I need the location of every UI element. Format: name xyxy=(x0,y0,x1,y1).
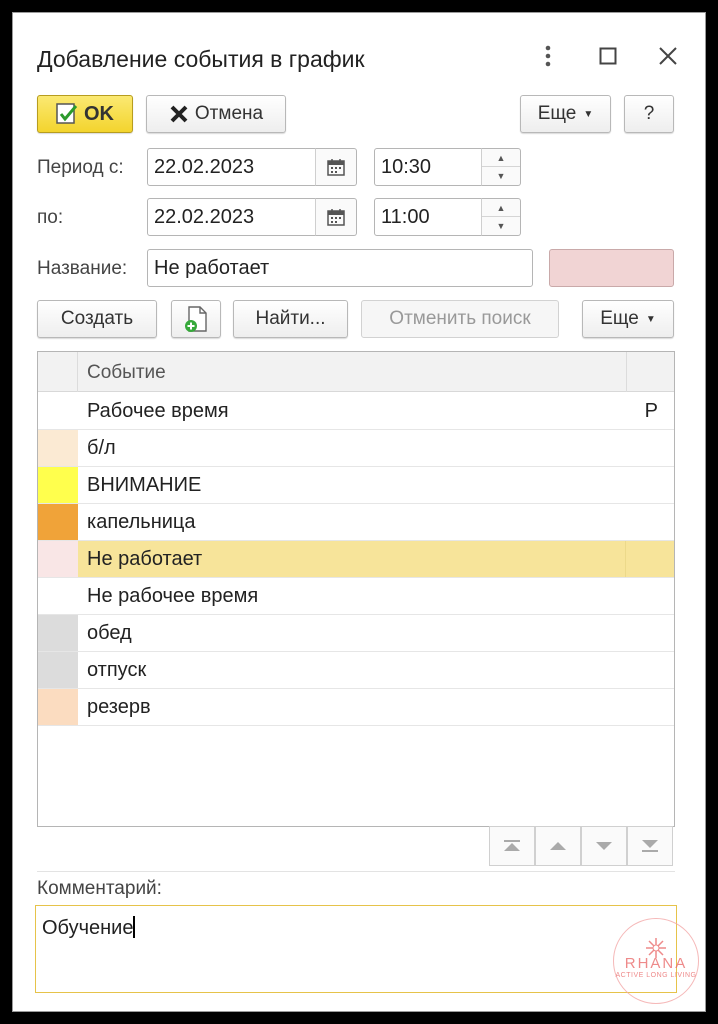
dropdown-arrow-icon: ▼ xyxy=(583,108,594,120)
period-from-date-input[interactable]: 22.02.2023 xyxy=(147,148,317,186)
period-to-label: по: xyxy=(37,207,64,228)
table-row[interactable]: ВНИМАНИЕ xyxy=(38,467,674,504)
event-color-swatch xyxy=(38,430,78,466)
name-label: Название: xyxy=(37,258,128,279)
separator xyxy=(37,871,675,872)
event-color-swatch xyxy=(38,504,78,540)
period-from-time-spinner[interactable]: ▲ ▼ xyxy=(481,148,521,186)
event-name: капельница xyxy=(87,511,196,533)
table-row[interactable]: Не рабочее время xyxy=(38,578,674,615)
add-document-icon xyxy=(185,306,207,332)
calendar-button[interactable] xyxy=(315,148,357,186)
move-last-button[interactable] xyxy=(627,826,673,866)
calendar-button[interactable] xyxy=(315,198,357,236)
move-up-icon xyxy=(550,842,566,850)
period-to-time-spinner[interactable]: ▲ ▼ xyxy=(481,198,521,236)
actions-more-button-label: Еще xyxy=(600,308,639,329)
ok-check-icon xyxy=(56,103,78,125)
event-color-swatch xyxy=(38,652,78,688)
find-button[interactable]: Найти... xyxy=(233,300,348,338)
comment-text: Обучение xyxy=(42,917,134,939)
spinner-up-icon[interactable]: ▲ xyxy=(482,149,520,167)
move-first-icon xyxy=(504,840,520,851)
name-input[interactable]: Не работает xyxy=(147,249,533,287)
spinner-down-icon[interactable]: ▼ xyxy=(482,217,520,235)
more-button-label: Еще xyxy=(537,103,577,124)
move-down-icon xyxy=(596,842,612,850)
color-picker-swatch[interactable] xyxy=(549,249,674,287)
create-button[interactable]: Создать xyxy=(37,300,157,338)
color-column-header xyxy=(38,352,78,392)
event-color-swatch xyxy=(38,578,78,614)
comment-textarea[interactable]: Обучение xyxy=(35,905,677,993)
event-color-swatch xyxy=(38,689,78,725)
table-row[interactable]: капельница xyxy=(38,504,674,541)
period-from-label: Период с: xyxy=(37,157,124,178)
move-last-icon xyxy=(642,840,658,852)
period-to-date-input[interactable]: 22.02.2023 xyxy=(147,198,317,236)
table-header: Событие xyxy=(38,352,674,392)
move-down-button[interactable] xyxy=(581,826,627,866)
calendar-icon xyxy=(327,209,345,226)
period-from-time-input[interactable]: 10:30 xyxy=(374,148,482,186)
help-button[interactable]: ? xyxy=(624,95,674,133)
cancel-button[interactable]: Отмена xyxy=(146,95,286,133)
cancel-button-label: Отмена xyxy=(194,103,264,124)
event-name: ВНИМАНИЕ xyxy=(87,474,202,496)
comment-label: Комментарий: xyxy=(37,878,162,899)
event-column-header[interactable]: Событие xyxy=(87,362,166,384)
column-divider xyxy=(625,541,626,577)
calendar-icon xyxy=(327,159,345,176)
event-name: отпуск xyxy=(87,659,147,681)
ok-button-label: OK xyxy=(84,102,114,125)
actions-more-button[interactable]: Еще ▼ xyxy=(582,300,674,338)
ok-button[interactable]: OK xyxy=(37,95,133,133)
event-name: б/л xyxy=(87,437,116,459)
add-document-button[interactable] xyxy=(171,300,221,338)
event-color-swatch xyxy=(38,615,78,651)
flower-icon xyxy=(646,938,666,958)
create-button-label: Создать xyxy=(60,308,134,329)
spinner-down-icon[interactable]: ▼ xyxy=(482,167,520,185)
move-up-button[interactable] xyxy=(535,826,581,866)
event-color-swatch xyxy=(38,467,78,503)
watermark-tagline: ACTIVE LONG LIVING xyxy=(615,972,697,979)
flag-column-header xyxy=(626,352,674,392)
event-flag: Р xyxy=(644,400,658,422)
maximize-icon[interactable] xyxy=(593,41,623,71)
table-row[interactable]: обед xyxy=(38,615,674,652)
more-button[interactable]: Еще ▼ xyxy=(520,95,611,133)
text-cursor xyxy=(133,916,136,938)
cancel-x-icon xyxy=(169,104,189,124)
dialog-window: Добавление события в график OK Отмена Ещ… xyxy=(12,12,706,1012)
table-row[interactable]: Не работает xyxy=(38,541,674,578)
table-row[interactable]: б/л xyxy=(38,430,674,467)
rhana-watermark-logo: RHANA ACTIVE LONG LIVING xyxy=(613,918,699,1004)
dialog-title: Добавление события в график xyxy=(37,46,365,72)
events-table: Событие Рабочее время Рб/л ВНИМАНИЕ капельн… xyxy=(37,351,675,827)
help-button-label: ? xyxy=(643,103,655,124)
dropdown-arrow-icon: ▼ xyxy=(645,313,656,325)
spinner-up-icon[interactable]: ▲ xyxy=(482,199,520,217)
event-color-swatch xyxy=(38,393,78,429)
close-icon[interactable] xyxy=(653,41,683,71)
event-name: Рабочее время xyxy=(87,400,229,422)
cancel-search-button[interactable]: Отменить поиск xyxy=(361,300,559,338)
event-name: резерв xyxy=(87,696,151,718)
period-to-time-input[interactable]: 11:00 xyxy=(374,198,482,236)
find-button-label: Найти... xyxy=(255,308,326,329)
more-options-icon[interactable] xyxy=(533,41,563,71)
cancel-search-button-label: Отменить поиск xyxy=(389,308,531,329)
event-name: обед xyxy=(87,622,132,644)
table-row[interactable]: Рабочее время Р xyxy=(38,393,674,430)
event-name: Не рабочее время xyxy=(87,585,259,607)
event-color-swatch xyxy=(38,541,78,577)
event-name: Не работает xyxy=(87,548,203,570)
move-first-button[interactable] xyxy=(489,826,535,866)
table-row[interactable]: резерв xyxy=(38,689,674,726)
table-row[interactable]: отпуск xyxy=(38,652,674,689)
